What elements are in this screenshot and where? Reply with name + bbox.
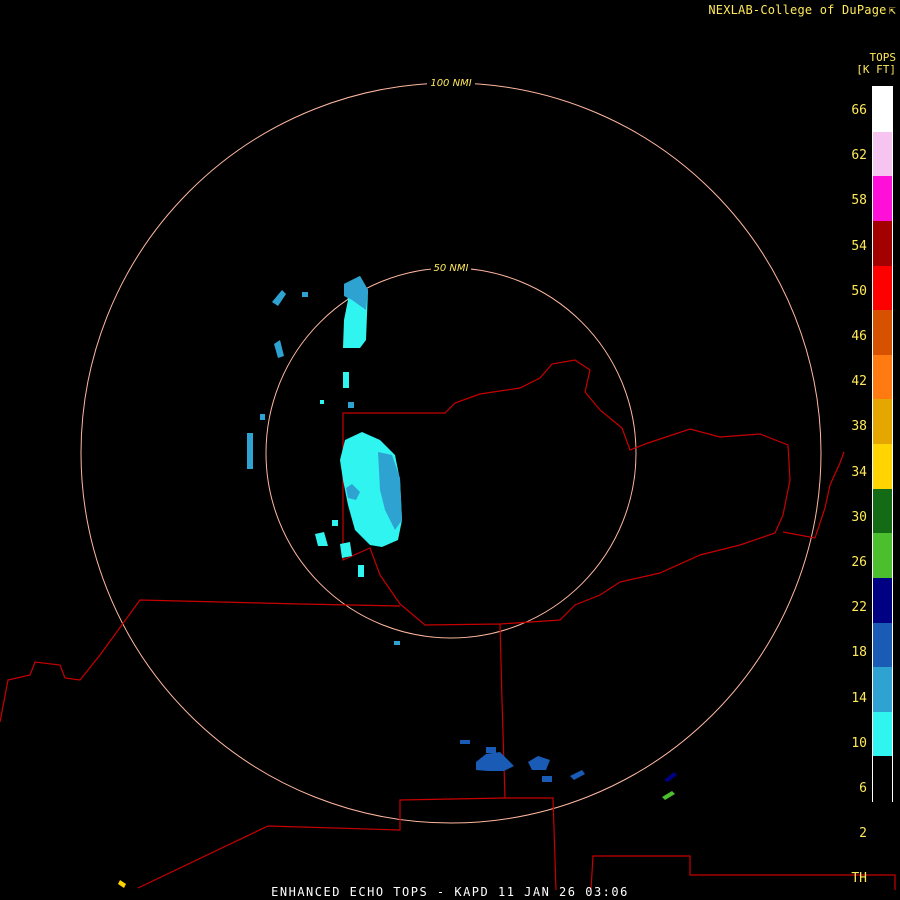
legend-tick-label: 22 bbox=[851, 600, 867, 616]
credit-text: NEXLAB-College of DuPage ⇱ bbox=[708, 3, 896, 17]
legend-tick-label: 30 bbox=[851, 509, 867, 525]
color-swatch bbox=[873, 354, 892, 400]
color-swatch bbox=[873, 533, 892, 579]
radar-echoes bbox=[118, 276, 677, 888]
legend-tick-label: 6 bbox=[859, 781, 867, 796]
legend-title: TOPS [K FT] bbox=[856, 52, 896, 76]
external-link-icon[interactable]: ⇱ bbox=[889, 3, 896, 17]
color-swatch bbox=[873, 488, 892, 534]
legend-tick-label: 26 bbox=[851, 555, 867, 570]
color-swatch bbox=[873, 131, 892, 177]
color-swatch bbox=[873, 220, 892, 266]
range-ring-100nmi bbox=[80, 82, 822, 824]
map-borders bbox=[0, 359, 896, 891]
color-swatch bbox=[873, 577, 892, 623]
legend-tick-label: 50 bbox=[851, 283, 867, 299]
color-swatch bbox=[873, 87, 892, 133]
legend-tick-label: 46 bbox=[851, 329, 867, 344]
ring-label-100: 100 NMI bbox=[430, 78, 471, 89]
color-swatch bbox=[873, 711, 892, 757]
legend-tick-label: 14 bbox=[851, 690, 867, 706]
legend-tick-label: 2 bbox=[859, 826, 867, 842]
legend-tick-label: 38 bbox=[851, 419, 867, 435]
color-swatch bbox=[873, 399, 892, 445]
legend-title-line2: [K FT] bbox=[856, 63, 896, 76]
product-caption: ENHANCED ECHO TOPS - KAPD 11 JAN 26 03:0… bbox=[271, 885, 629, 899]
color-swatch bbox=[873, 622, 892, 668]
color-swatch bbox=[873, 265, 892, 311]
color-swatch bbox=[873, 444, 892, 490]
color-swatch bbox=[873, 176, 892, 222]
legend-tick-label: 66 bbox=[851, 103, 867, 118]
legend-tick-label: 58 bbox=[851, 193, 867, 209]
legend-tick-label: 18 bbox=[851, 645, 867, 661]
ring-label-50: 50 NMI bbox=[434, 263, 469, 274]
color-swatch bbox=[873, 756, 892, 802]
color-swatch bbox=[873, 310, 892, 356]
credit-label: NEXLAB-College of DuPage bbox=[708, 3, 887, 17]
legend-tick-label: 54 bbox=[851, 238, 867, 254]
radar-map: 100 NMI 50 NMI bbox=[0, 76, 896, 891]
color-swatch bbox=[873, 667, 892, 713]
legend-tick-label: 62 bbox=[851, 148, 867, 164]
legend-tick-label: 10 bbox=[851, 735, 867, 751]
legend-tick-label: 34 bbox=[851, 464, 867, 480]
range-ring-50nmi bbox=[265, 267, 637, 639]
legend-tick-label: 42 bbox=[851, 374, 867, 390]
color-scale-bar bbox=[872, 86, 893, 802]
